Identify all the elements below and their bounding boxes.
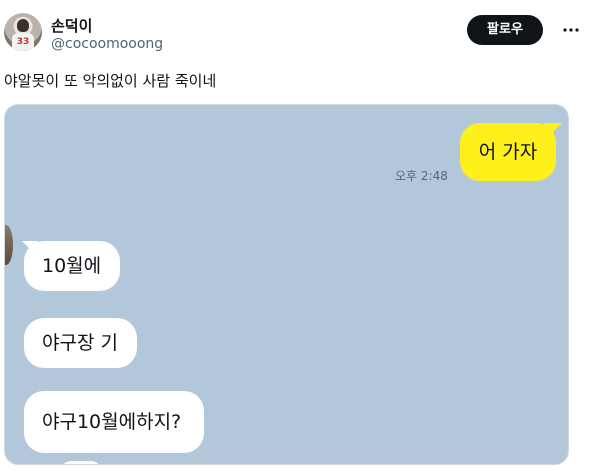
message-time: 오후 2:48 — [395, 169, 448, 183]
avatar[interactable]: 33 — [4, 13, 42, 51]
peer-message-bubble: 10월에 — [24, 241, 120, 291]
follow-button[interactable]: 팔로우 — [467, 15, 543, 45]
peer-avatar — [5, 225, 13, 265]
peer-message-bubble-partial — [61, 461, 101, 464]
peer-message-bubble: 야구장 기 — [24, 318, 137, 368]
tweet-text: 야알못이 또 악의없이 사람 죽이네 — [4, 72, 217, 90]
avatar-jersey-number: 33 — [12, 33, 34, 51]
tweet-header: 33 손덕이 @cocoomooong 팔로우 — [0, 0, 595, 62]
more-icon[interactable] — [562, 22, 580, 38]
tweet-media-image[interactable]: 어 가자 오후 2:48 10월에 야구장 기 야구10월에하지? — [4, 104, 569, 465]
peer-message-bubble: 야구10월에하지? — [24, 391, 204, 453]
user-handle[interactable]: @cocoomooong — [51, 36, 163, 52]
my-message-bubble: 어 가자 — [460, 123, 556, 181]
display-name[interactable]: 손덕이 — [51, 15, 92, 36]
avatar-head — [17, 19, 29, 32]
